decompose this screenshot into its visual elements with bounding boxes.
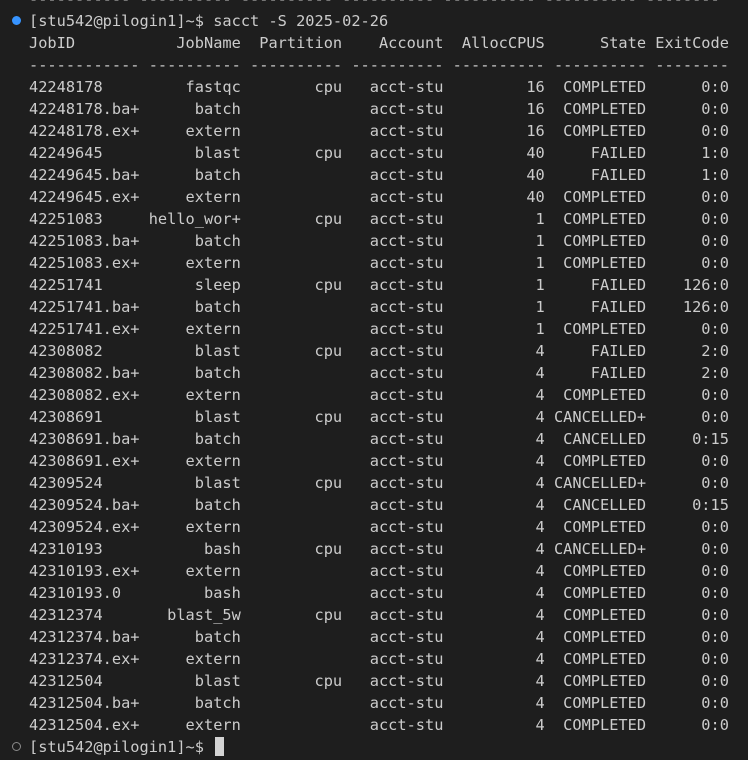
command-success-decoration-icon[interactable] (12, 16, 21, 25)
table-row: 42312504.ba+ batch acct-stu 4 COMPLETED … (29, 694, 729, 712)
prompt: [stu542@pilogin1]~$ (29, 12, 214, 30)
final-prompt-line[interactable]: [stu542@pilogin1]~$ (29, 736, 225, 758)
table-row: 42248178 fastqc cpu acct-stu 16 COMPLETE… (29, 78, 729, 96)
table-row: 42251741 sleep cpu acct-stu 1 FAILED 126… (29, 276, 729, 294)
table-row: 42308691 blast cpu acct-stu 4 CANCELLED+… (29, 408, 729, 426)
table-row: 42309524 blast cpu acct-stu 4 CANCELLED+… (29, 474, 729, 492)
command-text: sacct -S 2025-02-26 (213, 12, 389, 30)
table-row: 42308082 blast cpu acct-stu 4 FAILED 2:0 (29, 342, 729, 360)
table-row: 42251741.ba+ batch acct-stu 1 FAILED 126… (29, 298, 729, 316)
text-cursor (215, 737, 225, 756)
table-row: 42308691.ba+ batch acct-stu 4 CANCELLED … (29, 430, 729, 448)
table-row: 42251083 hello_wor+ cpu acct-stu 1 COMPL… (29, 210, 729, 228)
table-row: 42249645 blast cpu acct-stu 40 FAILED 1:… (29, 144, 729, 162)
command-idle-decoration-icon[interactable] (12, 742, 21, 751)
table-separator: ------------ ---------- ---------- -----… (29, 56, 729, 74)
clipped-separator-line: ----------- ---------- ---------- ------… (29, 0, 720, 10)
table-header: JobID JobName Partition Account AllocCPU… (29, 34, 729, 52)
table-row: 42308082.ba+ batch acct-stu 4 FAILED 2:0 (29, 364, 729, 382)
table-row: 42248178.ba+ batch acct-stu 16 COMPLETED… (29, 100, 729, 118)
table-row: 42312374 blast_5w cpu acct-stu 4 COMPLET… (29, 606, 729, 624)
table-row: 42249645.ex+ extern acct-stu 40 COMPLETE… (29, 188, 729, 206)
table-row: 42310193.0 bash acct-stu 4 COMPLETED 0:0 (29, 584, 729, 602)
table-row: 42308082.ex+ extern acct-stu 4 COMPLETED… (29, 386, 729, 404)
table-row: 42312374.ex+ extern acct-stu 4 COMPLETED… (29, 650, 729, 668)
table-row: 42308691.ex+ extern acct-stu 4 COMPLETED… (29, 452, 729, 470)
table-row: 42310193.ex+ extern acct-stu 4 COMPLETED… (29, 562, 729, 580)
table-row: 42251083.ex+ extern acct-stu 1 COMPLETED… (29, 254, 729, 272)
table-row: 42312504 blast cpu acct-stu 4 COMPLETED … (29, 672, 729, 690)
table-row: 42251741.ex+ extern acct-stu 1 COMPLETED… (29, 320, 729, 338)
command-line: [stu542@pilogin1]~$ sacct -S 2025-02-26 (29, 10, 388, 32)
table-row: 42249645.ba+ batch acct-stu 40 FAILED 1:… (29, 166, 729, 184)
table-row: 42309524.ba+ batch acct-stu 4 CANCELLED … (29, 496, 729, 514)
table-row: 42251083.ba+ batch acct-stu 1 COMPLETED … (29, 232, 729, 250)
table-row: 42310193 bash cpu acct-stu 4 CANCELLED+ … (29, 540, 729, 558)
table-row: 42248178.ex+ extern acct-stu 16 COMPLETE… (29, 122, 729, 140)
terminal-panel[interactable]: ----------- ---------- ---------- ------… (0, 0, 748, 760)
table-row: 42309524.ex+ extern acct-stu 4 COMPLETED… (29, 518, 729, 536)
table-row: 42312504.ex+ extern acct-stu 4 COMPLETED… (29, 716, 729, 734)
table-row: 42312374.ba+ batch acct-stu 4 COMPLETED … (29, 628, 729, 646)
prompt: [stu542@pilogin1]~$ (29, 738, 214, 756)
